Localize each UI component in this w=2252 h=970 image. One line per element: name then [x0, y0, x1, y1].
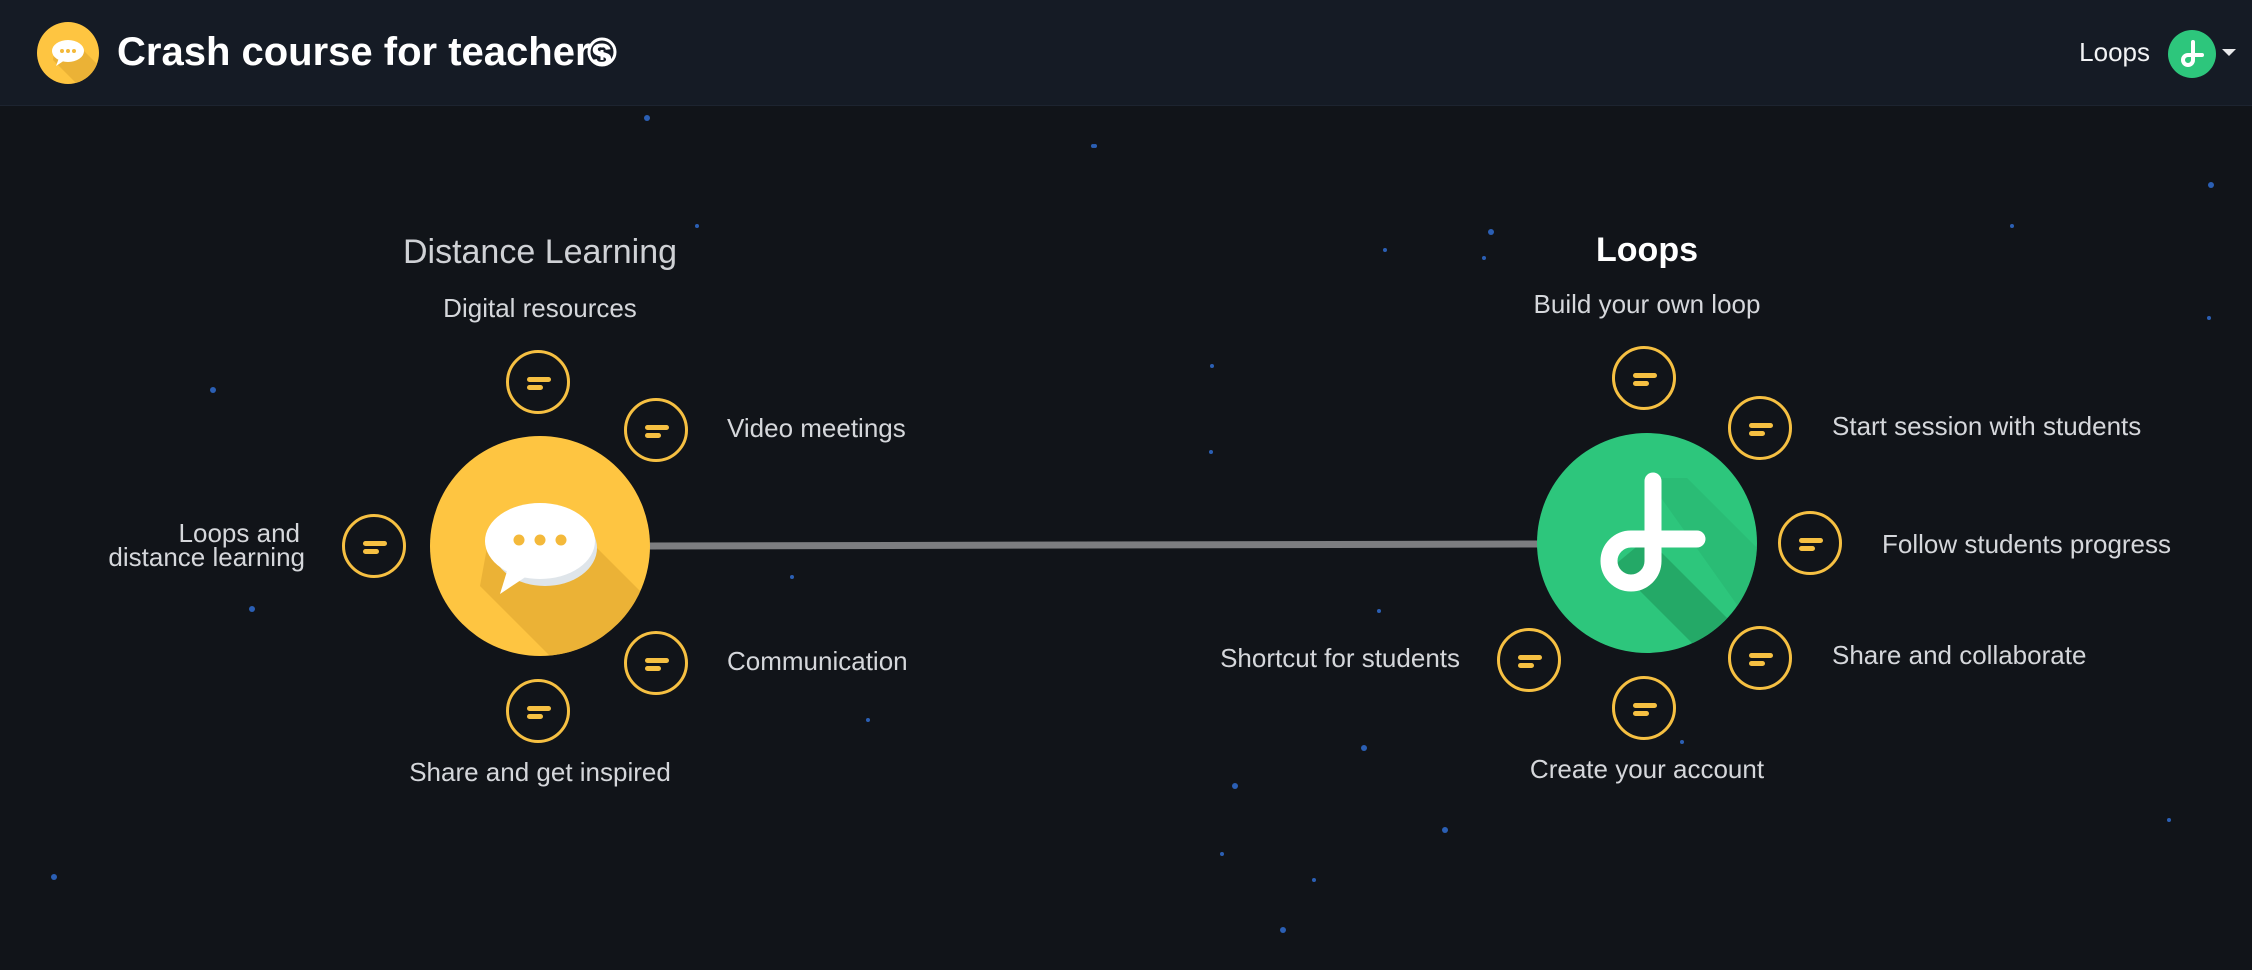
- text-lines-icon: [363, 541, 387, 554]
- left-hub-title: Distance Learning: [402, 233, 678, 271]
- topic-label-loops-distance-learning-line2: distance learning: [108, 542, 305, 572]
- top-bar: Crash course for teachers Loops: [0, 0, 2252, 106]
- topic-label-build-loop: Build your own loop: [1533, 289, 1761, 319]
- page-title: Crash course for teachers: [117, 30, 613, 74]
- text-lines-icon: [645, 658, 669, 671]
- topic-node-share-collaborate[interactable]: [1728, 626, 1792, 690]
- topic-node-create-account[interactable]: [1612, 676, 1676, 740]
- topic-label-create-account: Create your account: [1529, 754, 1765, 784]
- topic-node-follow-progress[interactable]: [1778, 511, 1842, 575]
- topic-node-start-session[interactable]: [1728, 396, 1792, 460]
- topic-label-digital-resources: Digital resources: [443, 293, 637, 323]
- text-lines-icon: [1633, 703, 1657, 716]
- loops-icon: [1600, 472, 1757, 653]
- distance-learning-hub[interactable]: [430, 436, 650, 656]
- speech-bubble-logo-icon[interactable]: [37, 22, 99, 84]
- topic-node-digital-resources[interactable]: [506, 350, 570, 414]
- topic-label-start-session: Start session with students: [1832, 411, 2142, 441]
- topic-node-build-loop[interactable]: [1612, 346, 1676, 410]
- text-lines-icon: [1799, 538, 1823, 551]
- topic-node-share-inspired[interactable]: [506, 679, 570, 743]
- topic-node-communication[interactable]: [624, 631, 688, 695]
- topic-node-shortcut-students[interactable]: [1497, 628, 1561, 692]
- loops-avatar-icon[interactable]: [2168, 30, 2216, 78]
- text-lines-icon: [1633, 373, 1657, 386]
- topic-label-share-inspired: Share and get inspired: [409, 757, 671, 787]
- learning-map: Distance Learning Digital resources Vide…: [0, 0, 2252, 970]
- loops-nav-link[interactable]: Loops: [2050, 36, 2150, 68]
- right-hub-title: Loops: [1596, 231, 1698, 269]
- topic-label-video-meetings: Video meetings: [727, 413, 906, 443]
- topic-label-share-collaborate: Share and collaborate: [1832, 640, 2087, 670]
- topic-label-communication: Communication: [727, 646, 908, 676]
- text-lines-icon: [1749, 423, 1773, 436]
- text-lines-icon: [1749, 653, 1773, 666]
- topic-label-follow-progress: Follow students progress: [1882, 529, 2172, 559]
- loops-hub[interactable]: [1537, 433, 1757, 653]
- hub-connector-line: [647, 540, 1541, 550]
- info-icon[interactable]: [586, 36, 618, 68]
- speech-bubble-icon: [480, 503, 650, 656]
- topic-label-shortcut-students: Shortcut for students: [1220, 643, 1460, 673]
- text-lines-icon: [645, 425, 669, 438]
- text-lines-icon: [527, 706, 551, 719]
- text-lines-icon: [527, 377, 551, 390]
- text-lines-icon: [1518, 655, 1542, 668]
- caret-down-icon[interactable]: [2222, 47, 2236, 57]
- topic-node-loops-distance-learning[interactable]: [342, 514, 406, 578]
- topic-node-video-meetings[interactable]: [624, 398, 688, 462]
